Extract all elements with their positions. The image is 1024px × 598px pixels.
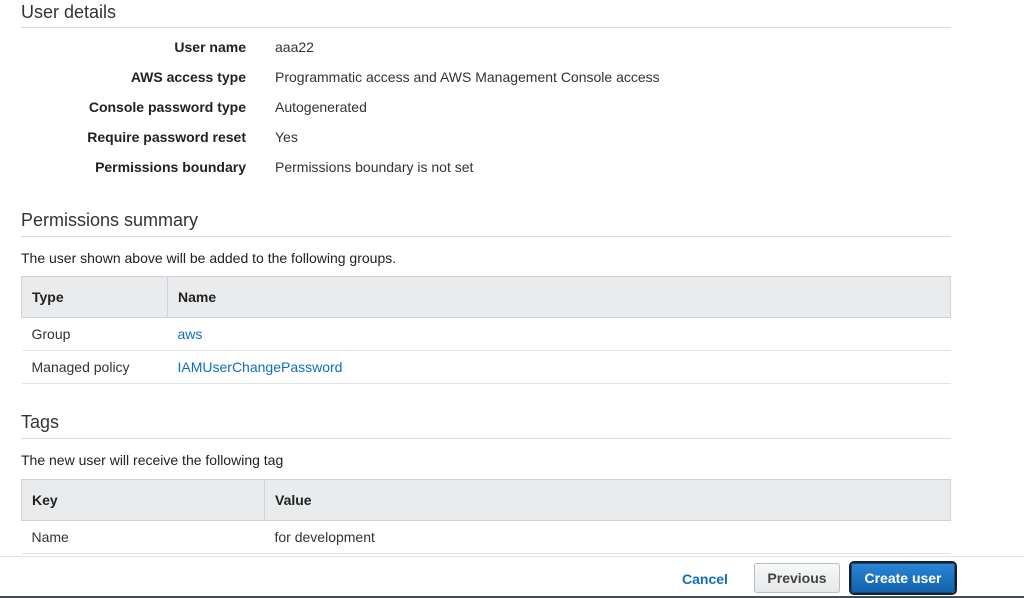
detail-row-access-type: AWS access type Programmatic access and … bbox=[21, 66, 951, 96]
cell-key: Name bbox=[21, 520, 265, 554]
review-page: User details User name aaa22 AWS access … bbox=[0, 0, 1024, 598]
section-divider bbox=[21, 27, 951, 28]
user-details-section: User details bbox=[21, 0, 951, 28]
table-header-row: Key Value bbox=[21, 479, 951, 521]
column-header-key: Key bbox=[21, 479, 265, 521]
detail-value: Yes bbox=[275, 129, 298, 145]
table-row: Name for development bbox=[21, 520, 951, 554]
tags-title: Tags bbox=[21, 412, 60, 432]
create-user-button[interactable]: Create user bbox=[851, 563, 955, 593]
detail-label: Permissions boundary bbox=[95, 159, 246, 175]
table-row: Group aws bbox=[21, 317, 951, 351]
detail-value: Programmatic access and AWS Management C… bbox=[275, 69, 660, 85]
cell-type: Group bbox=[21, 317, 168, 351]
tags-table: Key Value Name for development bbox=[21, 479, 951, 554]
detail-label: Console password type bbox=[88, 99, 246, 115]
detail-row-permissions-boundary: Permissions boundary Permissions boundar… bbox=[21, 156, 951, 186]
cell-value: for development bbox=[264, 520, 951, 554]
detail-value: Permissions boundary is not set bbox=[275, 159, 474, 175]
cell-type: Managed policy bbox=[21, 350, 168, 384]
cell-name: aws bbox=[167, 317, 951, 351]
tags-section: Tags The new user will receive the follo… bbox=[21, 411, 951, 554]
permissions-table: Type Name Group aws Managed policy IAMUs… bbox=[21, 276, 951, 384]
section-divider bbox=[21, 438, 951, 439]
detail-row-user-name: User name aaa22 bbox=[21, 36, 951, 66]
wizard-footer: Cancel Previous Create user bbox=[0, 556, 1024, 598]
detail-value: Autogenerated bbox=[275, 99, 367, 115]
user-details-list: User name aaa22 AWS access type Programm… bbox=[21, 36, 951, 186]
group-link[interactable]: aws bbox=[178, 326, 203, 342]
detail-label: AWS access type bbox=[130, 69, 246, 85]
section-divider bbox=[21, 236, 951, 237]
permissions-title: Permissions summary bbox=[21, 210, 199, 230]
column-header-type: Type bbox=[21, 276, 168, 318]
detail-label: User name bbox=[174, 39, 246, 55]
user-details-title: User details bbox=[21, 2, 117, 22]
detail-label: Require password reset bbox=[87, 129, 246, 145]
cell-name: IAMUserChangePassword bbox=[167, 350, 951, 384]
column-header-name: Name bbox=[167, 276, 951, 318]
permissions-section: Permissions summary The user shown above… bbox=[21, 209, 951, 384]
table-header-row: Type Name bbox=[21, 276, 951, 318]
cancel-button[interactable]: Cancel bbox=[672, 565, 738, 593]
detail-value: aaa22 bbox=[275, 39, 314, 55]
previous-button[interactable]: Previous bbox=[754, 563, 840, 593]
detail-row-password-type: Console password type Autogenerated bbox=[21, 96, 951, 126]
detail-row-password-reset: Require password reset Yes bbox=[21, 126, 951, 156]
policy-link[interactable]: IAMUserChangePassword bbox=[178, 359, 343, 375]
column-header-value: Value bbox=[264, 479, 951, 521]
tags-description: The new user will receive the following … bbox=[21, 452, 284, 468]
permissions-description: The user shown above will be added to th… bbox=[21, 250, 397, 266]
table-row: Managed policy IAMUserChangePassword bbox=[21, 350, 951, 384]
